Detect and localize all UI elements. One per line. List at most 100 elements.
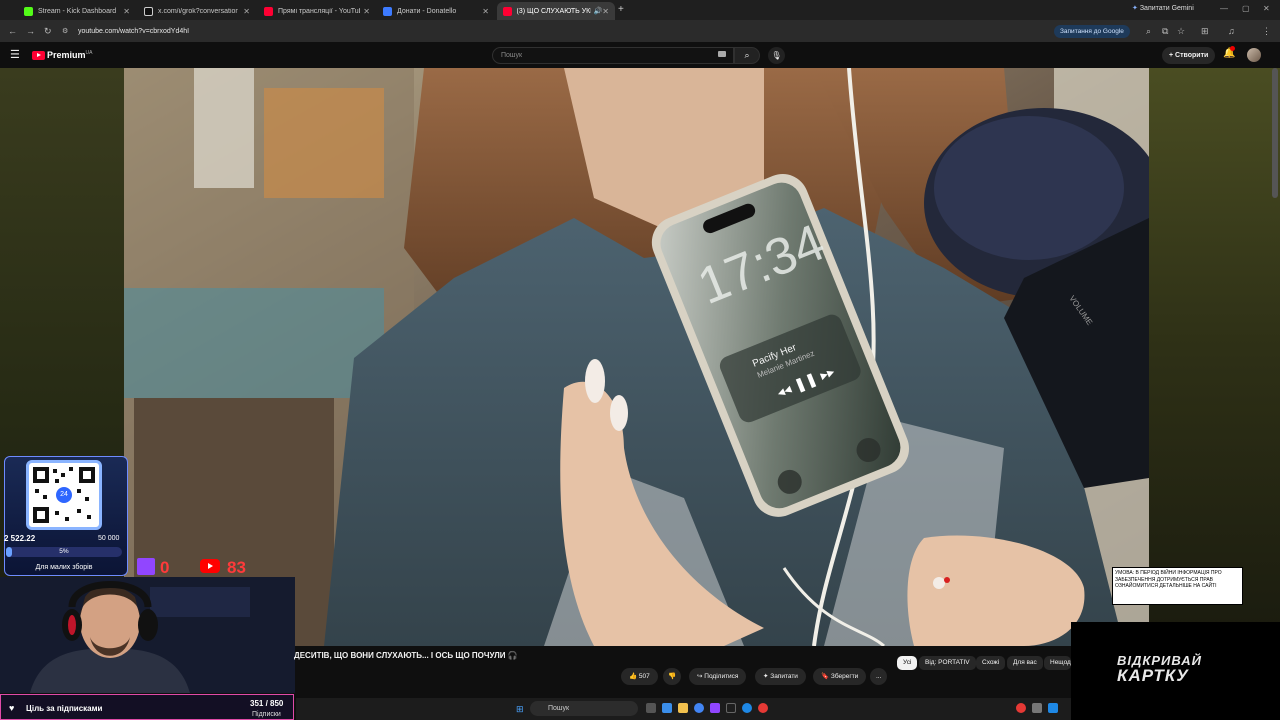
speaker-icon[interactable]: 🔊 xyxy=(594,7,603,15)
keyboard-icon[interactable] xyxy=(718,51,726,57)
close-icon[interactable]: ✕ xyxy=(602,7,609,16)
video-frame-illustration: 17:34 Pacify Her Melanie Martinez ◂◂ ❚❚ … xyxy=(124,68,1149,646)
ask-button[interactable]: ✦ Запитати xyxy=(755,668,806,685)
dislike-button[interactable]: 👎 xyxy=(663,668,682,685)
thumbs-up-icon: 👍 xyxy=(629,673,638,680)
bookmark-star-icon[interactable]: ☆ xyxy=(1177,26,1185,37)
chip-recent[interactable]: Нещод xyxy=(1044,656,1071,670)
tab-label: Stream - Kick Dashboard xyxy=(38,7,117,15)
like-button[interactable]: 👍 507 xyxy=(621,668,658,685)
reload-icon[interactable]: ↻ xyxy=(44,26,52,37)
mic-icon: 🎙 xyxy=(771,51,782,60)
task-view-icon[interactable] xyxy=(646,703,656,713)
sparkle-icon: ✦ xyxy=(763,673,769,680)
like-count: 507 xyxy=(638,673,650,680)
extensions-icon[interactable]: ⊞ xyxy=(1201,26,1209,37)
taskbar-search-label: Пошук xyxy=(548,705,570,712)
page-ambient-right xyxy=(1149,68,1280,628)
thumbs-down-icon: 👎 xyxy=(668,673,677,680)
bookmark-icon: 🔖 xyxy=(821,673,830,680)
share-button[interactable]: ↪ Поділитися xyxy=(689,668,747,685)
twitch-app-icon[interactable] xyxy=(710,703,720,713)
x-icon xyxy=(144,6,153,16)
kick-icon xyxy=(24,6,33,16)
search-input[interactable]: Пошук xyxy=(492,47,734,64)
tab-label: Донати - Donatello xyxy=(397,7,457,15)
youtube-premium-logo[interactable]: PremiumUA xyxy=(47,50,92,60)
new-tab-button[interactable]: + xyxy=(618,4,624,15)
close-window-button[interactable]: ✕ xyxy=(1263,4,1270,13)
streamer-webcam xyxy=(0,577,295,693)
voice-search-button[interactable]: 🎙 xyxy=(768,47,785,64)
file-explorer-icon[interactable] xyxy=(678,703,688,713)
tab-grok[interactable]: x.com/i/grok?conversation=20 ✕ xyxy=(138,2,256,20)
tab-label: x.com/i/grok?conversation=20 xyxy=(158,7,238,15)
video-player[interactable]: 17:34 Pacify Her Melanie Martinez ◂◂ ❚❚ … xyxy=(124,68,1149,646)
close-icon[interactable]: ✕ xyxy=(123,7,130,16)
forward-icon[interactable]: → xyxy=(26,26,35,36)
goal-target-amount: 50 000 xyxy=(98,535,120,542)
app-icon[interactable] xyxy=(726,703,736,713)
tab-kick-dashboard[interactable]: Stream - Kick Dashboard ✕ xyxy=(18,2,136,20)
youtube-icon xyxy=(200,559,220,573)
close-icon[interactable]: ✕ xyxy=(363,7,370,16)
search-button[interactable]: ⌕ xyxy=(734,47,760,64)
maximize-button[interactable]: ▢ xyxy=(1242,4,1250,13)
tab-active-video[interactable]: (3) ЩО СЛУХАЮТЬ УКРАЇ 🔊 ✕ xyxy=(497,2,615,20)
close-icon[interactable]: ✕ xyxy=(482,7,489,16)
recording-icon[interactable] xyxy=(758,703,768,713)
tab-label: Прямі трансляції - YouTube St xyxy=(278,7,360,15)
media-icon[interactable]: ♫ xyxy=(1228,26,1235,36)
share-label: Поділитися xyxy=(704,673,739,680)
tab-youtube-studio[interactable]: Прямі трансляції - YouTube St ✕ xyxy=(258,2,376,20)
qr-badge-number: 24 xyxy=(56,487,72,503)
tray-network-icon[interactable] xyxy=(1032,703,1042,713)
share-icon: ↪ xyxy=(697,673,703,680)
hamburger-menu-icon[interactable]: ☰ xyxy=(10,48,20,61)
ask-label: Запитати xyxy=(770,673,798,680)
taskbar-search[interactable]: Пошук xyxy=(530,701,638,716)
notification-badge xyxy=(1230,46,1235,51)
chrome-icon[interactable] xyxy=(694,703,704,713)
twitch-viewer-count: 0 xyxy=(160,558,170,577)
ask-google-button[interactable]: Запитання до Google xyxy=(1054,25,1130,38)
chip-all[interactable]: Усі xyxy=(897,656,918,670)
sponsor-logo-line2: КАРТКУ xyxy=(1117,666,1189,685)
page-scrollbar[interactable] xyxy=(1272,68,1278,198)
back-icon[interactable]: ← xyxy=(8,26,17,36)
create-button[interactable]: + Створити xyxy=(1162,47,1216,64)
zoom-icon[interactable]: ⌕ xyxy=(1146,26,1151,37)
minimize-button[interactable]: — xyxy=(1220,4,1228,13)
create-label: Створити xyxy=(1175,52,1209,59)
tray-record-icon[interactable] xyxy=(1016,703,1026,713)
browser-menu-icon[interactable]: ⋮ xyxy=(1262,26,1271,37)
chip-for-you[interactable]: Для вас xyxy=(1007,656,1043,670)
goal-progress-percent: 5% xyxy=(59,548,69,555)
windows-start-icon[interactable]: ⊞ xyxy=(516,704,524,715)
tray-telegram-icon[interactable] xyxy=(1048,703,1058,713)
app-icon[interactable] xyxy=(662,703,672,713)
tab-label: (3) ЩО СЛУХАЮТЬ УКРАЇ xyxy=(516,7,591,15)
youtube-logo-icon[interactable] xyxy=(32,51,45,60)
save-button[interactable]: 🔖 Зберегти xyxy=(813,668,867,685)
chip-from-channel[interactable]: Від: PORTATIV xyxy=(919,656,976,670)
chip-related[interactable]: Схожі xyxy=(976,656,1006,670)
account-avatar[interactable] xyxy=(1247,48,1261,62)
donatello-icon xyxy=(383,6,392,16)
video-title: ДЕСИТІВ, ЩО ВОНИ СЛУХАЮТЬ... І ОСЬ ЩО ПО… xyxy=(294,651,518,660)
url-field[interactable]: youtube.com/watch?v=cbrxodYd4hI xyxy=(72,25,1052,38)
youtube-icon xyxy=(264,6,273,16)
goal-current-amount: 2 522.22 xyxy=(4,534,36,543)
save-label: Зберегти xyxy=(830,673,859,680)
more-actions-button[interactable]: ... xyxy=(870,668,888,685)
more-icon: ... xyxy=(876,673,882,680)
youtube-viewer-count: 83 xyxy=(227,558,246,577)
telegram-icon[interactable] xyxy=(742,703,752,713)
tab-donatello[interactable]: Донати - Donatello ✕ xyxy=(377,2,495,20)
install-icon[interactable]: ⧉ xyxy=(1162,26,1168,37)
gemini-button[interactable]: ✦ Запитати Gemini xyxy=(1132,4,1194,12)
subscriber-goal-count: 351 / 850 xyxy=(250,699,284,708)
close-icon[interactable]: ✕ xyxy=(243,7,250,16)
site-info-icon[interactable]: ⚙ xyxy=(62,27,68,35)
youtube-icon xyxy=(503,6,512,16)
